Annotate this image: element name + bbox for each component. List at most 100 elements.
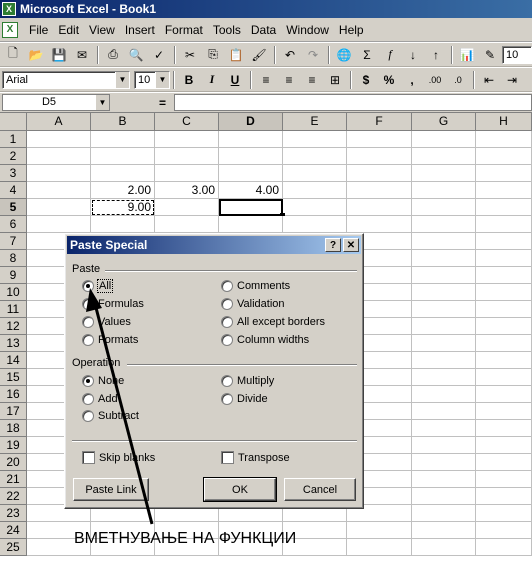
radio-paste-column-widths[interactable]: Column widths [221, 334, 309, 346]
cell-h20[interactable] [476, 454, 532, 471]
row-header-16[interactable]: 16 [0, 386, 27, 403]
cell-h6[interactable] [476, 216, 532, 233]
name-box[interactable]: D5 ▼ [2, 94, 110, 111]
radio-button[interactable] [221, 298, 233, 310]
radio-operation-subtract[interactable]: Subtract [82, 410, 139, 422]
row-header-8[interactable]: 8 [0, 250, 27, 267]
cell-g2[interactable] [412, 148, 476, 165]
radio-operation-divide[interactable]: Divide [221, 393, 268, 405]
new-icon[interactable]: 🗋 [2, 45, 24, 65]
save-icon[interactable]: 💾 [48, 45, 70, 65]
radio-paste-all[interactable]: All [82, 279, 114, 293]
radio-button[interactable] [82, 410, 94, 422]
cell-d3[interactable] [219, 165, 283, 182]
row-header-24[interactable]: 24 [0, 522, 27, 539]
radio-paste-values[interactable]: Values [82, 316, 131, 328]
comma-icon[interactable]: , [401, 70, 423, 90]
excel-app-icon[interactable]: X [2, 2, 16, 16]
column-header-b[interactable]: B [91, 113, 155, 131]
menu-window[interactable]: Window [281, 23, 334, 37]
menu-view[interactable]: View [84, 23, 120, 37]
cell-g7[interactable] [412, 233, 476, 250]
increase-decimal-icon[interactable]: .00 [424, 70, 446, 90]
radio-paste-formulas[interactable]: Formulas [82, 298, 144, 310]
select-all-corner[interactable] [0, 113, 27, 131]
row-header-25[interactable]: 25 [0, 539, 27, 556]
cell-c1[interactable] [155, 131, 219, 148]
undo-icon[interactable]: ↶ [279, 45, 301, 65]
bold-icon[interactable]: B [178, 70, 200, 90]
cell-h3[interactable] [476, 165, 532, 182]
cell-g18[interactable] [412, 420, 476, 437]
cell-g17[interactable] [412, 403, 476, 420]
workbook-icon[interactable]: X [2, 21, 18, 38]
chevron-down-icon[interactable]: ▼ [155, 71, 169, 88]
chart-wizard-icon[interactable]: 📊 [456, 45, 478, 65]
font-size-combo[interactable]: 10 ▼ [134, 70, 170, 89]
cell-d6[interactable] [219, 216, 283, 233]
sort-ascending-icon[interactable]: ↓ [402, 45, 424, 65]
cell-h21[interactable] [476, 471, 532, 488]
cell-c4[interactable]: 3.00 [155, 182, 219, 199]
cell-g15[interactable] [412, 369, 476, 386]
menu-insert[interactable]: Insert [120, 23, 160, 37]
cell-h12[interactable] [476, 318, 532, 335]
menu-data[interactable]: Data [246, 23, 281, 37]
cell-c6[interactable] [155, 216, 219, 233]
row-header-10[interactable]: 10 [0, 284, 27, 301]
close-button[interactable]: ✕ [343, 238, 359, 252]
radio-button[interactable] [82, 298, 94, 310]
radio-button[interactable] [221, 393, 233, 405]
row-header-11[interactable]: 11 [0, 301, 27, 318]
cell-f6[interactable] [347, 216, 412, 233]
cell-h19[interactable] [476, 437, 532, 454]
cell-h10[interactable] [476, 284, 532, 301]
cell-c2[interactable] [155, 148, 219, 165]
cell-g5[interactable] [412, 199, 476, 216]
radio-paste-all-except-borders[interactable]: All except borders [221, 316, 325, 328]
chevron-down-icon[interactable]: ▼ [115, 71, 129, 88]
checkbox[interactable] [82, 451, 95, 464]
copy-icon[interactable]: ⎘ [202, 45, 224, 65]
cancel-button[interactable]: Cancel [284, 478, 356, 501]
ok-button[interactable]: OK [203, 477, 277, 502]
increase-indent-icon[interactable]: ⇥ [501, 70, 523, 90]
column-header-h[interactable]: H [476, 113, 532, 131]
row-header-5[interactable]: 5 [0, 199, 27, 216]
menu-format[interactable]: Format [160, 23, 208, 37]
cell-d4[interactable]: 4.00 [219, 182, 283, 199]
cell-f5[interactable] [347, 199, 412, 216]
cell-d5[interactable] [219, 199, 285, 218]
underline-icon[interactable]: U [224, 70, 246, 90]
row-header-17[interactable]: 17 [0, 403, 27, 420]
cell-g9[interactable] [412, 267, 476, 284]
radio-button[interactable] [221, 316, 233, 328]
cut-icon[interactable]: ✂ [179, 45, 201, 65]
cell-h2[interactable] [476, 148, 532, 165]
cell-g25[interactable] [412, 539, 476, 556]
radio-operation-multiply[interactable]: Multiply [221, 375, 274, 387]
cell-a4[interactable] [27, 182, 91, 199]
cell-e5[interactable] [283, 199, 347, 216]
row-header-3[interactable]: 3 [0, 165, 27, 182]
cell-a2[interactable] [27, 148, 91, 165]
checkbox-transpose[interactable]: Transpose [221, 451, 290, 464]
row-header-22[interactable]: 22 [0, 488, 27, 505]
cell-h18[interactable] [476, 420, 532, 437]
cell-h8[interactable] [476, 250, 532, 267]
cell-b2[interactable] [91, 148, 155, 165]
row-header-18[interactable]: 18 [0, 420, 27, 437]
cell-a5[interactable] [27, 199, 91, 216]
menu-edit[interactable]: Edit [53, 23, 84, 37]
chevron-down-icon[interactable]: ▼ [95, 95, 109, 110]
cell-h11[interactable] [476, 301, 532, 318]
cell-c5[interactable] [155, 199, 219, 216]
radio-button[interactable] [221, 280, 233, 292]
decrease-decimal-icon[interactable]: .0 [447, 70, 469, 90]
font-name-combo[interactable]: Arial ▼ [2, 70, 130, 89]
cell-h16[interactable] [476, 386, 532, 403]
cell-f2[interactable] [347, 148, 412, 165]
cell-h22[interactable] [476, 488, 532, 505]
cell-g20[interactable] [412, 454, 476, 471]
cell-h14[interactable] [476, 352, 532, 369]
